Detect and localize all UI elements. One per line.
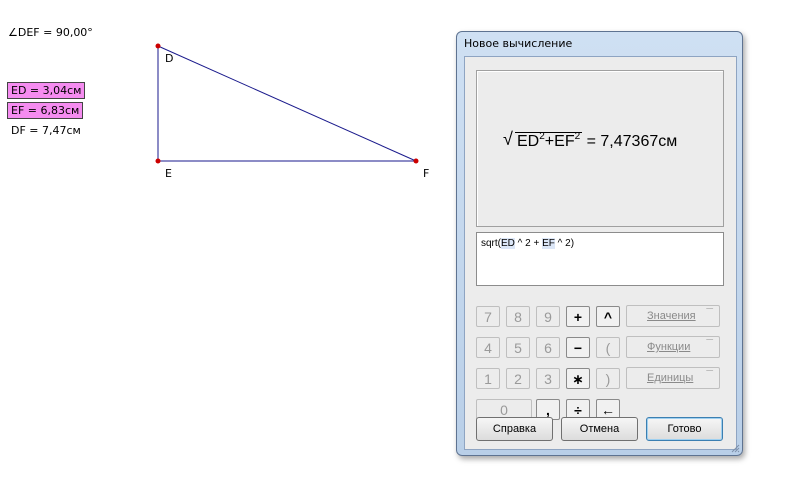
new-calculation-dialog: Новое вычисление √ ED2+EF2 = 7,47367см sq… (456, 31, 743, 456)
dialog-client: √ ED2+EF2 = 7,47367см sqrt(ED ^ 2 + EF ^ … (464, 56, 737, 450)
expression-editor[interactable]: sqrt(ED ^ 2 + EF ^ 2) (476, 232, 724, 286)
key-close-paren[interactable]: ) (596, 368, 620, 389)
formula-plus: + (544, 133, 555, 150)
ok-button[interactable]: Готово (646, 417, 723, 441)
triangle-sketch (155, 43, 419, 164)
key-7[interactable]: 7 (476, 306, 500, 327)
key-multiply[interactable]: ∗ (566, 368, 590, 389)
segment-df[interactable] (157, 45, 417, 162)
units-dropdown[interactable]: Единицы ¯ (626, 367, 720, 389)
key-1[interactable]: 1 (476, 368, 500, 389)
cancel-button[interactable]: Отмена (561, 417, 638, 441)
key-9[interactable]: 9 (536, 306, 560, 327)
key-8[interactable]: 8 (506, 306, 530, 327)
label-f[interactable]: F (423, 167, 429, 180)
formula-exp-2: 2 (574, 131, 581, 142)
formula-preview: √ ED2+EF2 = 7,47367см (476, 70, 724, 227)
units-label: Единицы (647, 372, 694, 384)
resize-grip-icon[interactable] (730, 443, 740, 453)
key-minus[interactable]: − (566, 337, 590, 358)
formula-ed: ED (517, 133, 540, 150)
key-6[interactable]: 6 (536, 337, 560, 358)
key-2[interactable]: 2 (506, 368, 530, 389)
key-plus[interactable]: + (566, 306, 590, 327)
help-button[interactable]: Справка (476, 417, 553, 441)
key-open-paren[interactable]: ( (596, 337, 620, 358)
values-label: Значения (647, 310, 696, 322)
functions-dropdown[interactable]: Функции ¯ (626, 336, 720, 358)
label-e[interactable]: E (165, 167, 172, 180)
dropdown-arrow-icon: ¯ (706, 368, 713, 382)
values-dropdown[interactable]: Значения ¯ (626, 305, 720, 327)
expression-text: sqrt(ED ^ 2 + EF ^ 2) (481, 238, 575, 249)
key-5[interactable]: 5 (506, 337, 530, 358)
formula-display: √ ED2+EF2 = 7,47367см (503, 129, 678, 151)
dialog-title: Новое вычисление (464, 37, 573, 50)
point-f[interactable] (413, 158, 419, 164)
point-d[interactable] (155, 43, 161, 49)
formula-result: = 7,47367см (586, 133, 678, 150)
key-3[interactable]: 3 (536, 368, 560, 389)
dropdown-arrow-icon: ¯ (706, 306, 713, 320)
label-d[interactable]: D (165, 52, 173, 65)
key-power[interactable]: ^ (596, 306, 620, 327)
token-ef[interactable]: EF (542, 238, 555, 249)
dropdown-arrow-icon: ¯ (706, 337, 713, 351)
formula-ef: EF (554, 133, 575, 150)
functions-label: Функции (647, 341, 691, 353)
point-e[interactable] (155, 158, 161, 164)
sqrt-icon: √ (503, 129, 513, 149)
token-ed[interactable]: ED (501, 238, 515, 249)
key-4[interactable]: 4 (476, 337, 500, 358)
